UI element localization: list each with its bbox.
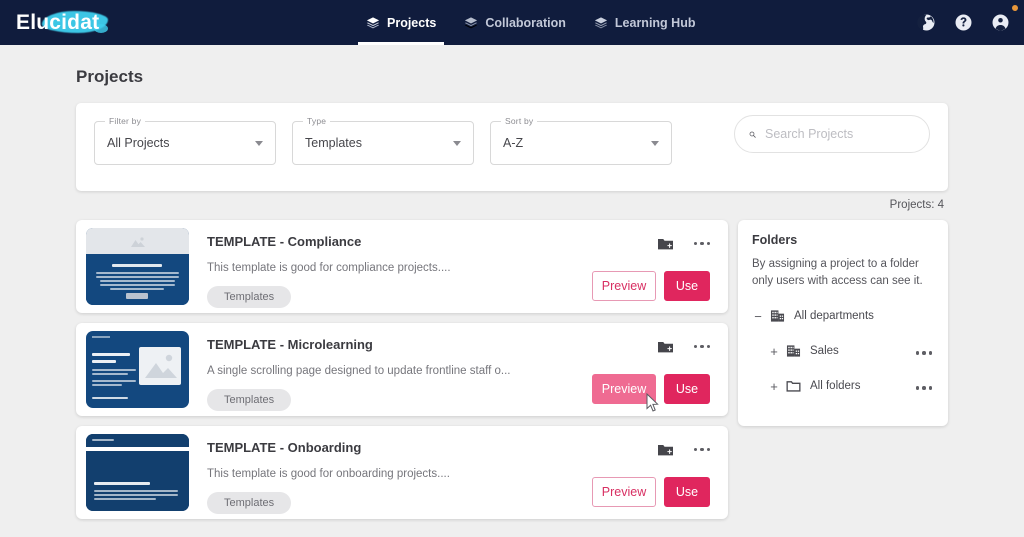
folder-item-all-folders[interactable]: + All folders bbox=[752, 373, 934, 399]
project-thumbnail bbox=[86, 331, 189, 408]
folders-description: By assigning a project to a folder only … bbox=[752, 258, 923, 287]
add-to-folder-icon[interactable] bbox=[657, 236, 674, 251]
expand-toggle-icon[interactable]: + bbox=[768, 379, 780, 394]
project-tag: Templates bbox=[207, 389, 292, 411]
card-more-menu[interactable] bbox=[693, 341, 710, 353]
project-tag: Templates bbox=[207, 286, 292, 308]
project-info: TEMPLATE - Compliance This template is g… bbox=[189, 228, 718, 308]
content-columns: TEMPLATE - Compliance This template is g… bbox=[76, 220, 948, 529]
nav-label-projects: Projects bbox=[387, 15, 437, 30]
notification-dot bbox=[1012, 5, 1018, 11]
folder-tree: − All departments + Sales + All folders bbox=[752, 303, 934, 399]
layers-icon bbox=[465, 16, 478, 28]
folder-more-menu[interactable] bbox=[915, 347, 932, 359]
folder-more-menu[interactable] bbox=[915, 382, 932, 394]
logo-text: Elucidat bbox=[16, 10, 100, 34]
project-title: TEMPLATE - Compliance bbox=[207, 234, 362, 249]
add-to-folder-icon[interactable] bbox=[657, 442, 674, 457]
image-placeholder bbox=[139, 347, 181, 385]
chevron-down-icon bbox=[651, 141, 659, 146]
sort-by-value: A-Z bbox=[503, 136, 524, 150]
card-more-menu[interactable] bbox=[693, 444, 710, 456]
folder-icon bbox=[786, 381, 801, 392]
folders-title: Folders bbox=[752, 233, 798, 247]
use-button[interactable]: Use bbox=[664, 271, 710, 301]
project-title: TEMPLATE - Onboarding bbox=[207, 440, 362, 455]
project-info: TEMPLATE - Microlearning A single scroll… bbox=[189, 331, 718, 411]
project-title: TEMPLATE - Microlearning bbox=[207, 337, 373, 352]
project-card[interactable]: TEMPLATE - Onboarding This template is g… bbox=[76, 426, 728, 519]
card-icon-group bbox=[657, 442, 710, 457]
elucidat-logo[interactable]: Elucidat bbox=[16, 0, 146, 45]
nav-item-projects[interactable]: Projects bbox=[352, 0, 450, 45]
folder-label: Sales bbox=[810, 345, 839, 358]
project-info: TEMPLATE - Onboarding This template is g… bbox=[189, 434, 718, 514]
preview-button[interactable]: Preview bbox=[592, 374, 656, 404]
search-input[interactable] bbox=[765, 127, 915, 141]
globe-icon[interactable] bbox=[917, 13, 936, 32]
project-thumbnail bbox=[86, 434, 189, 511]
nav-label-collaboration: Collaboration bbox=[485, 15, 566, 30]
project-card[interactable]: TEMPLATE - Microlearning A single scroll… bbox=[76, 323, 728, 416]
folder-item-sales[interactable]: + Sales bbox=[752, 338, 934, 364]
card-actions: Preview Use bbox=[592, 271, 710, 301]
add-to-folder-icon[interactable] bbox=[657, 339, 674, 354]
main-nav: Projects Collaboration Learning Hub bbox=[352, 0, 709, 45]
folder-label: All departments bbox=[794, 310, 874, 323]
filter-by-label: Filter by bbox=[105, 116, 146, 126]
card-more-menu[interactable] bbox=[693, 238, 710, 250]
help-icon[interactable] bbox=[954, 13, 973, 32]
search-projects-box[interactable] bbox=[734, 115, 930, 153]
card-actions: Preview Use bbox=[592, 374, 710, 404]
nav-item-collaboration[interactable]: Collaboration bbox=[450, 0, 580, 45]
collapse-toggle-icon[interactable]: − bbox=[752, 309, 764, 324]
sort-by-label: Sort by bbox=[501, 116, 538, 126]
type-select[interactable]: Type Templates bbox=[292, 116, 474, 165]
use-button[interactable]: Use bbox=[664, 477, 710, 507]
top-navigation-bar: Elucidat Projects Collaboration Learning… bbox=[0, 0, 1024, 45]
chevron-down-icon bbox=[255, 141, 263, 146]
layers-icon bbox=[594, 16, 608, 28]
expand-toggle-icon[interactable]: + bbox=[768, 344, 780, 359]
project-tag: Templates bbox=[207, 492, 292, 514]
nav-label-learning-hub: Learning Hub bbox=[614, 15, 696, 30]
projects-page: Elucidat Projects Collaboration Learning… bbox=[0, 0, 1024, 537]
type-value: Templates bbox=[305, 136, 362, 150]
card-icon-group bbox=[657, 236, 710, 251]
type-label: Type bbox=[303, 116, 331, 126]
folder-item-all-departments[interactable]: − All departments bbox=[752, 303, 934, 329]
layers-icon bbox=[366, 16, 380, 28]
nav-actions bbox=[917, 0, 1010, 45]
folders-panel: Folders By assigning a project to a fold… bbox=[738, 220, 948, 427]
chevron-down-icon bbox=[453, 141, 461, 146]
preview-button[interactable]: Preview bbox=[592, 477, 656, 507]
project-card[interactable]: TEMPLATE - Compliance This template is g… bbox=[76, 220, 728, 313]
card-actions: Preview Use bbox=[592, 477, 710, 507]
filter-by-value: All Projects bbox=[107, 136, 170, 150]
folder-label: All folders bbox=[810, 380, 861, 393]
folders-column: Folders By assigning a project to a fold… bbox=[738, 220, 948, 427]
filter-panel: Filter by All Projects Type Templates So… bbox=[76, 103, 948, 191]
page-title: Projects bbox=[76, 67, 144, 86]
project-list: TEMPLATE - Compliance This template is g… bbox=[76, 220, 728, 529]
nav-item-learning-hub[interactable]: Learning Hub bbox=[580, 0, 710, 45]
page-body: Projects Filter by All Projects Type Tem… bbox=[0, 45, 1024, 529]
departments-icon bbox=[786, 345, 801, 357]
project-count: Projects: 4 bbox=[889, 199, 944, 211]
card-icon-group bbox=[657, 339, 710, 354]
project-thumbnail bbox=[86, 228, 189, 305]
filter-by-select[interactable]: Filter by All Projects bbox=[94, 116, 276, 165]
preview-button[interactable]: Preview bbox=[592, 271, 656, 301]
account-icon[interactable] bbox=[991, 13, 1010, 32]
departments-icon bbox=[770, 310, 785, 322]
sort-by-select[interactable]: Sort by A-Z bbox=[490, 116, 672, 165]
use-button[interactable]: Use bbox=[664, 374, 710, 404]
search-icon bbox=[749, 131, 756, 138]
